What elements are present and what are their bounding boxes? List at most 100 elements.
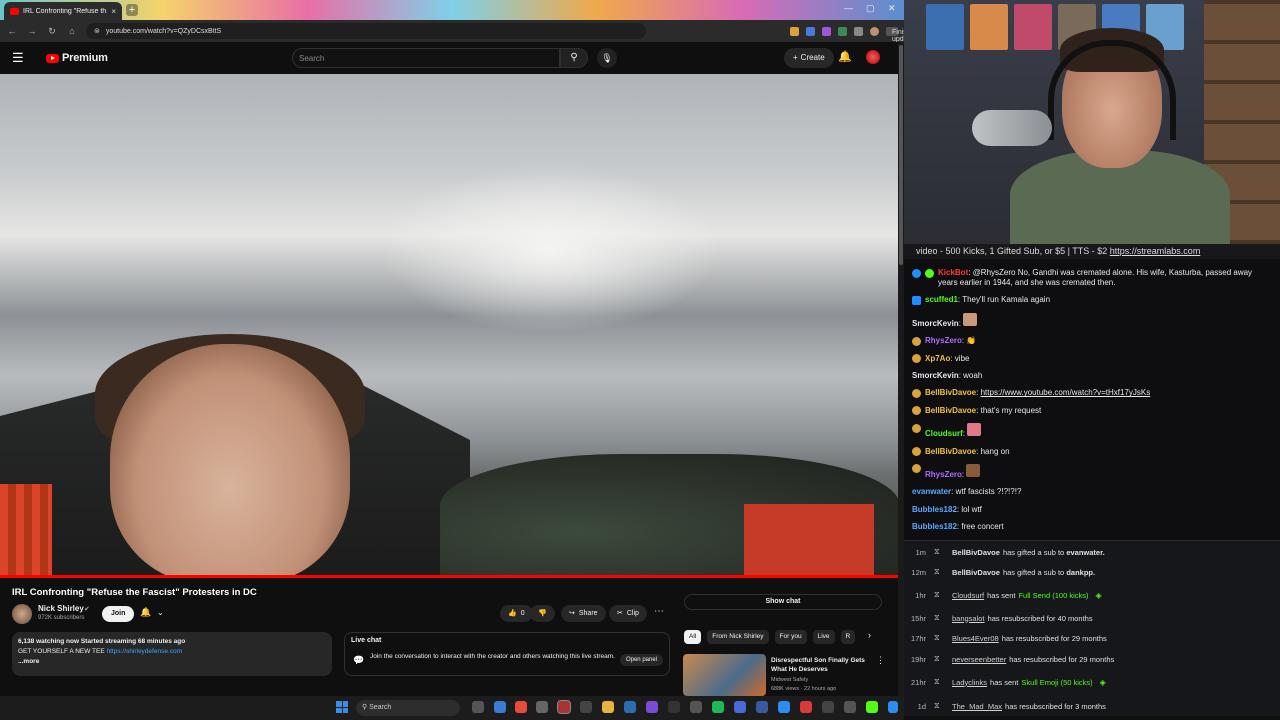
chip-all[interactable]: All — [684, 630, 702, 644]
video-description[interactable]: 6,138 watching now Started streaming 68 … — [12, 632, 332, 676]
window-close-button[interactable]: ✕ — [888, 3, 896, 14]
chat-message: Bubbles182: lol wtf — [912, 504, 982, 514]
chat-badge-icon — [912, 336, 921, 346]
home-icon[interactable]: ⌂ — [66, 26, 78, 36]
share-button[interactable]: ↪ Share — [561, 605, 606, 622]
extension-icon[interactable] — [838, 26, 847, 36]
profile-avatar-icon[interactable] — [870, 26, 879, 36]
taskbar-search[interactable]: ⚲ Search — [356, 700, 460, 716]
task-view-icon[interactable] — [472, 701, 484, 713]
chat-link[interactable]: https://www.youtube.com/watch?v=tHxf17yJ… — [981, 388, 1151, 397]
wall-poster — [1014, 4, 1052, 50]
windows-start-icon[interactable] — [336, 701, 348, 713]
event-row: 1m ⧖ BellBivDavoe has gifted a sub to ev… — [904, 542, 1280, 562]
event-time: 21hr — [910, 677, 926, 687]
page-scrollbar-thumb[interactable] — [899, 45, 903, 265]
dislike-button[interactable]: 👎 — [530, 605, 555, 622]
event-row: 15hr ⧖ bangsalot has resubscribed for 40… — [904, 608, 1280, 628]
notifications-bell-icon[interactable]: 🔔 — [838, 50, 852, 63]
hamburger-menu-icon[interactable]: ☰ — [12, 50, 32, 66]
app-icon[interactable] — [536, 701, 548, 713]
browser-tab-active[interactable]: IRL Confronting "Refuse th... × — [4, 2, 122, 20]
event-action: has gifted a sub to — [1002, 547, 1065, 557]
account-avatar[interactable] — [866, 50, 880, 64]
address-bar-row: ← → ↻ ⌂ ⊜ youtube.com/watch?v=QZyDCsxBtt… — [0, 20, 913, 43]
video-frame-barrier — [744, 504, 874, 578]
finish-update-button[interactable]: Finish update — [886, 26, 913, 43]
file-explorer-icon[interactable] — [602, 701, 614, 713]
create-button[interactable]: + Create — [784, 48, 834, 68]
open-panel-button[interactable]: Open panel — [619, 654, 663, 666]
url-field[interactable]: ⊜ youtube.com/watch?v=QZyDCsxBttS — [86, 23, 646, 39]
chip-from-channel[interactable]: From Nick Shirley — [707, 630, 769, 644]
app-icon[interactable] — [624, 701, 636, 713]
chat-badge-icon — [912, 268, 921, 278]
search-button[interactable]: ⚲ — [560, 48, 588, 68]
app-icon[interactable] — [800, 701, 812, 713]
extension-icon[interactable] — [790, 26, 799, 36]
channel-avatar[interactable] — [12, 604, 32, 624]
like-button[interactable]: 👍 0 — [500, 605, 533, 622]
kick-logo-icon: ⧖ — [934, 633, 940, 642]
edge-icon[interactable] — [494, 701, 506, 713]
event-row: 17hr ⧖ Blues4Ever08 has resubscribed for… — [904, 628, 1280, 648]
clip-button[interactable]: ✂ Clip — [609, 605, 647, 622]
chat-message: BellBivDavoe: https://www.youtube.com/wa… — [912, 388, 1272, 398]
video-frame-face — [110, 344, 350, 578]
chevron-right-icon[interactable]: › — [868, 630, 871, 640]
app-icon[interactable] — [756, 701, 768, 713]
chip-live[interactable]: Live — [812, 630, 835, 644]
kick-app-icon[interactable] — [866, 701, 878, 713]
reload-icon[interactable]: ↻ — [46, 26, 58, 37]
obs-icon[interactable] — [557, 700, 571, 714]
description-link[interactable]: https://shirleydefense.com — [107, 648, 183, 655]
join-button[interactable]: Join — [102, 606, 135, 622]
chat-username: Bubbles182 — [912, 504, 957, 514]
chrome-icon[interactable] — [515, 701, 527, 713]
extension-icon[interactable] — [822, 26, 831, 36]
chip-related[interactable]: R — [840, 630, 856, 644]
kick-gem-icon: ◈ — [1099, 677, 1106, 687]
window-minimize-button[interactable]: — — [844, 3, 853, 13]
more-actions-icon[interactable]: ⋯ — [654, 606, 664, 617]
app-icon[interactable] — [778, 701, 790, 713]
recommended-video-meta: 688K views · 22 hours ago — [771, 686, 837, 692]
recommended-video-thumbnail[interactable] — [683, 654, 766, 696]
extension-icon[interactable] — [806, 26, 815, 36]
app-icon[interactable] — [580, 701, 592, 713]
site-info-icon[interactable]: ⊜ — [94, 27, 100, 35]
video-progress-bar[interactable] — [0, 575, 898, 578]
live-chat-title: Live chat — [351, 637, 382, 644]
recommended-video-menu-icon[interactable]: ⋮ — [876, 655, 885, 666]
back-arrow-icon[interactable]: ← — [6, 26, 18, 36]
tab-close-icon[interactable]: × — [111, 7, 116, 16]
recommended-video-title[interactable]: Disrespectful Son Finally Gets What He D… — [771, 656, 871, 674]
voice-search-button[interactable]: 🎙 — [597, 48, 617, 68]
new-tab-button[interactable]: + — [126, 4, 138, 16]
channel-name[interactable]: Nick Shirley — [38, 604, 84, 613]
app-icon[interactable] — [646, 701, 658, 713]
subscription-bell-icon[interactable]: 🔔 — [140, 607, 151, 618]
forward-arrow-icon[interactable]: → — [26, 26, 38, 36]
chevron-down-icon[interactable]: ⌄ — [157, 608, 164, 617]
show-more-link[interactable]: ...more — [18, 657, 326, 667]
app-icon[interactable] — [888, 701, 898, 713]
chat-username: SmorcKevin — [912, 370, 959, 380]
create-label: Create — [800, 53, 825, 62]
event-user: BellBivDavoe — [952, 567, 1000, 577]
window-maximize-button[interactable]: ▢ — [866, 3, 875, 14]
show-chat-button[interactable]: Show chat — [684, 594, 882, 610]
chip-for-you[interactable]: For you — [774, 630, 807, 644]
app-icon[interactable] — [844, 701, 856, 713]
search-input[interactable]: Search — [292, 48, 560, 68]
extension-icon[interactable] — [854, 26, 863, 36]
app-icon[interactable] — [690, 701, 702, 713]
chat-message: KickBot: @RhysZero No, Gandhi was cremat… — [912, 268, 1272, 288]
app-icon[interactable] — [822, 701, 834, 713]
video-player[interactable] — [0, 74, 898, 578]
spotify-icon[interactable] — [712, 701, 724, 713]
app-icon[interactable] — [734, 701, 746, 713]
recommended-video-channel: Midwest Safety — [771, 677, 809, 683]
youtube-premium-logo[interactable]: Premium — [46, 52, 108, 64]
app-icon[interactable] — [668, 701, 680, 713]
